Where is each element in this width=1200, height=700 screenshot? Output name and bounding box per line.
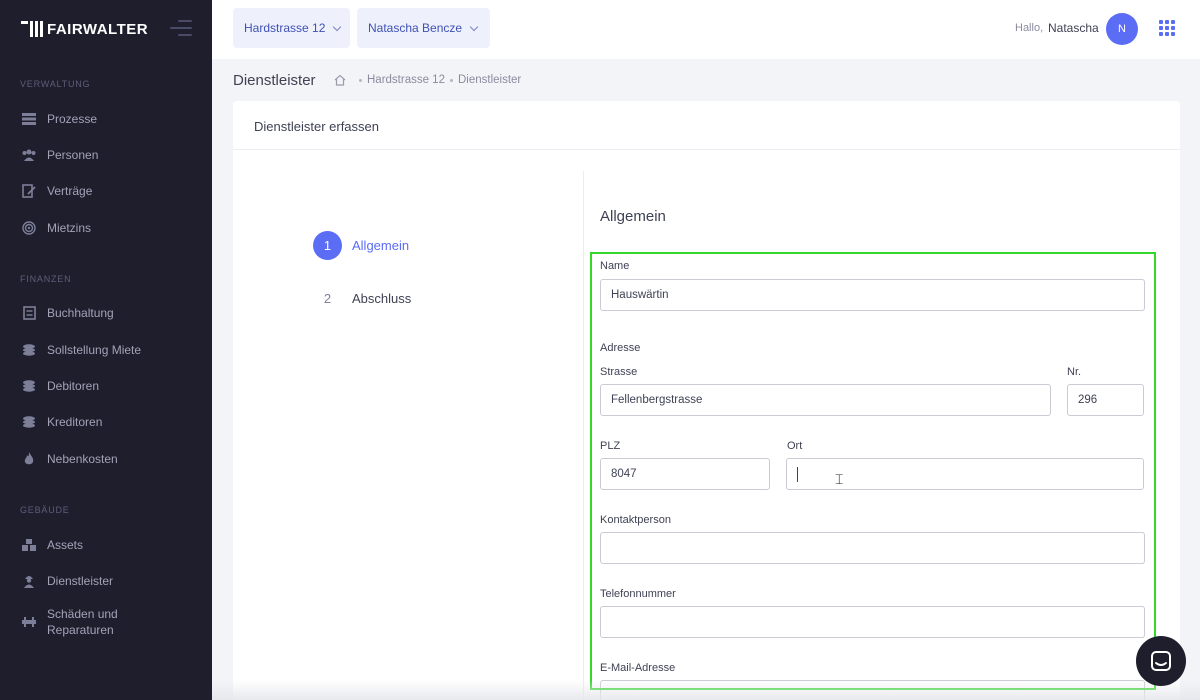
email-label: E-Mail-Adresse <box>600 662 676 674</box>
contact-input[interactable] <box>600 532 1145 564</box>
home-icon[interactable] <box>333 73 347 87</box>
sidebar-item-personen[interactable]: Personen <box>22 147 98 163</box>
sidebar-item-vertraege[interactable]: Verträge <box>22 183 92 199</box>
chat-launcher-button[interactable] <box>1136 636 1186 686</box>
breadcrumb-item-current: Dienstleister <box>457 74 522 86</box>
phone-label: Telefonnummer <box>600 588 676 600</box>
section-title-finanzen: FINANZEN <box>20 274 72 284</box>
greeting-user-name: Natascha <box>1048 21 1099 35</box>
name-input[interactable]: Hauswärtin <box>600 279 1145 311</box>
step-label: Allgemein <box>352 238 410 253</box>
sidebar-item-nebenkosten[interactable]: Nebenkosten <box>22 451 118 467</box>
phone-input[interactable] <box>600 606 1145 638</box>
user-select[interactable]: Natascha Bencze <box>357 8 490 48</box>
tools-icon <box>22 615 36 629</box>
flame-icon <box>22 452 36 466</box>
boxes-icon <box>22 538 36 552</box>
sidebar-item-mietzins[interactable]: Mietzins <box>22 220 91 236</box>
address-label: Adresse <box>600 342 641 354</box>
sidebar-item-kreditoren[interactable]: Kreditoren <box>22 414 102 430</box>
people-icon <box>22 148 36 162</box>
coins-icon <box>22 379 36 393</box>
street-label: Strasse <box>600 366 638 378</box>
apps-grid-icon[interactable] <box>1159 20 1175 36</box>
text-caret <box>797 466 798 482</box>
contact-label: Kontaktperson <box>600 514 671 526</box>
card-title: Dienstleister erfassen <box>233 101 1180 150</box>
sidebar-item-dienstleister[interactable]: Dienstleister <box>22 573 113 589</box>
step-abschluss[interactable]: 2 Abschluss <box>313 284 411 313</box>
step-number: 1 <box>313 231 342 260</box>
bottom-fade <box>212 680 1200 700</box>
sidebar-toggle-icon[interactable] <box>170 20 192 38</box>
breadcrumb: Hardstrasse 12 Dienstleister <box>333 73 521 87</box>
coins-icon <box>22 343 36 357</box>
property-select[interactable]: Hardstrasse 12 <box>233 8 350 48</box>
mouse-ibeam-cursor-icon: ⌶ <box>835 471 844 487</box>
sidebar: FAIRWALTER VERWALTUNG Prozesse Personen … <box>0 0 212 700</box>
chat-icon <box>1151 651 1171 671</box>
sidebar-item-assets[interactable]: Assets <box>22 537 83 553</box>
step-allgemein[interactable]: 1 Allgemein <box>313 231 409 260</box>
chevron-down-icon <box>333 22 342 31</box>
sidebar-item-schaeden[interactable]: Schäden und Reparaturen <box>22 606 137 638</box>
vertical-divider <box>583 171 584 700</box>
step-number: 2 <box>323 291 332 306</box>
plz-input[interactable]: 8047 <box>600 458 770 490</box>
breadcrumb-item-property[interactable]: Hardstrasse 12 <box>367 74 445 86</box>
nr-input[interactable]: 296 <box>1067 384 1144 416</box>
top-header: Hardstrasse 12 Natascha Bencze Hallo, Na… <box>212 0 1200 59</box>
form-section-title: Allgemein <box>600 208 666 225</box>
sidebar-item-buchhaltung[interactable]: Buchhaltung <box>22 305 114 321</box>
greeting-text: Hallo, <box>1015 22 1044 34</box>
sidebar-item-debitoren[interactable]: Debitoren <box>22 378 99 394</box>
worker-icon <box>22 574 36 588</box>
plz-label: PLZ <box>600 440 621 452</box>
name-label: Name <box>600 260 630 272</box>
street-input[interactable]: Fellenbergstrasse <box>600 384 1051 416</box>
nr-label: Nr. <box>1067 366 1082 378</box>
fingerprint-icon <box>22 221 36 235</box>
section-title-verwaltung: VERWALTUNG <box>20 79 91 89</box>
section-title-gebaeude: GEBÄUDE <box>20 505 70 515</box>
sidebar-item-sollstellung-miete[interactable]: Sollstellung Miete <box>22 342 141 358</box>
avatar[interactable]: N <box>1106 13 1138 45</box>
contract-icon <box>22 184 36 198</box>
logo-text: FAIRWALTER <box>47 20 149 38</box>
logo-mark-icon <box>21 21 43 37</box>
sidebar-item-prozesse[interactable]: Prozesse <box>22 111 97 127</box>
list-icon <box>22 112 36 126</box>
page-title: Dienstleister <box>233 72 316 89</box>
coins-icon <box>22 415 36 429</box>
fairwalter-logo[interactable]: FAIRWALTER <box>21 20 148 38</box>
ledger-icon <box>22 306 36 320</box>
ort-label: Ort <box>787 440 803 452</box>
step-label: Abschluss <box>352 291 412 306</box>
chevron-down-icon <box>469 22 479 31</box>
